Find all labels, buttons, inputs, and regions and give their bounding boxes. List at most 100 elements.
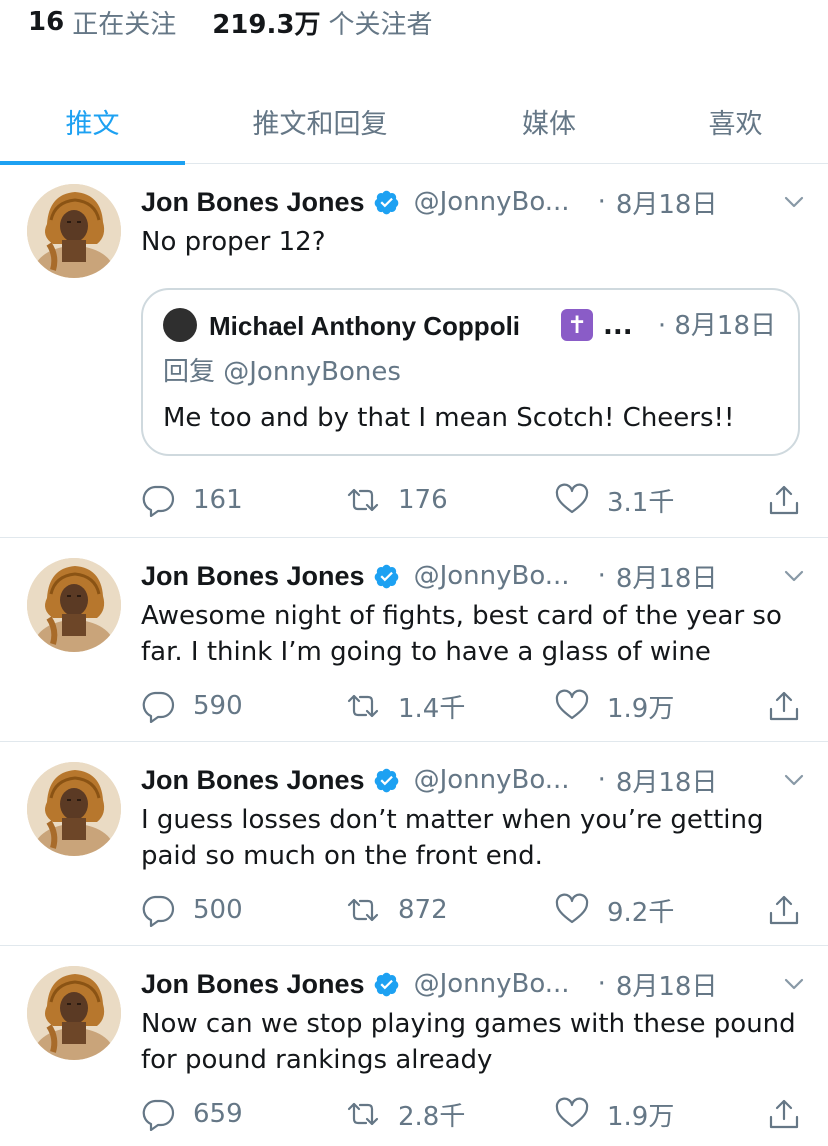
quoted-tweet[interactable]: Michael Anthony Coppoli ✝ ... · 8月18日 回复…	[141, 288, 800, 456]
quoted-author-name: Michael Anthony Coppoli	[209, 311, 521, 341]
retweet-button[interactable]: 1.4千	[346, 688, 465, 724]
tweet-date[interactable]: 8月18日	[616, 558, 718, 595]
reply-button[interactable]: 161	[141, 482, 243, 518]
share-icon	[767, 483, 801, 517]
profile-stats: 16 正在关注 219.3万 个关注者	[28, 0, 432, 44]
author-handle: @JonnyBo...	[413, 765, 570, 795]
quoted-separator-dot: ·	[657, 311, 667, 341]
reply-icon	[141, 1097, 175, 1131]
avatar[interactable]	[27, 966, 121, 1060]
tweet-text: Awesome night of fights, best card of th…	[141, 601, 782, 667]
retweet-button[interactable]: 2.8千	[346, 1096, 465, 1132]
heart-icon	[555, 689, 589, 723]
separator-dot: ·	[597, 765, 606, 795]
retweet-button[interactable]: 872	[346, 892, 448, 928]
retweet-count: 176	[398, 485, 448, 515]
retweet-button[interactable]: 176	[346, 482, 448, 518]
heart-icon	[555, 893, 589, 927]
like-count: 1.9万	[607, 1101, 675, 1132]
tweet-text: Now can we stop playing games with these…	[141, 1009, 796, 1075]
heart-icon	[555, 483, 589, 517]
verified-badge-icon	[373, 563, 400, 590]
retweet-icon	[346, 1097, 380, 1131]
share-button[interactable]	[767, 482, 801, 518]
quoted-name-ellipsis: ...	[603, 311, 633, 341]
share-icon	[767, 893, 801, 927]
tweet[interactable]: Jon Bones Jones @JonnyBo... · 8月18日 Now …	[0, 946, 828, 1146]
following-count: 16	[28, 7, 65, 37]
chevron-down-icon[interactable]	[782, 768, 806, 792]
retweet-count: 872	[398, 895, 448, 925]
heart-icon	[555, 1097, 589, 1131]
author-name[interactable]: Jon Bones Jones	[141, 969, 365, 1000]
reply-button[interactable]: 590	[141, 688, 243, 724]
reply-button[interactable]: 659	[141, 1096, 243, 1132]
share-button[interactable]	[767, 892, 801, 928]
following-stat[interactable]: 16 正在关注	[28, 4, 176, 41]
reply-icon	[141, 893, 175, 927]
following-label: 正在关注	[72, 9, 177, 40]
like-button[interactable]: 1.9万	[555, 1096, 674, 1132]
chevron-down-icon[interactable]	[782, 972, 806, 996]
reply-button[interactable]: 500	[141, 892, 243, 928]
like-count: 3.1千	[607, 487, 675, 518]
tab-tweets[interactable]: 推文	[0, 78, 185, 165]
followers-stat[interactable]: 219.3万 个关注者	[212, 4, 432, 41]
tweet[interactable]: Jon Bones Jones @JonnyBo... · 8月18日 No p…	[0, 164, 828, 538]
cross-emoji-icon: ✝	[561, 309, 593, 341]
chevron-down-icon[interactable]	[782, 190, 806, 214]
author-name[interactable]: Jon Bones Jones	[141, 765, 365, 796]
followers-label: 个关注者	[328, 9, 433, 40]
share-button[interactable]	[767, 1096, 801, 1132]
like-button[interactable]: 3.1千	[555, 482, 674, 518]
share-icon	[767, 689, 801, 723]
tab-media[interactable]: 媒体	[455, 78, 643, 164]
verified-badge-icon	[373, 971, 400, 998]
reply-icon	[141, 483, 175, 517]
reply-icon	[141, 689, 175, 723]
tweet-actions: 590 1.4千 1.9万	[141, 688, 801, 724]
author-handle: @JonnyBo...	[413, 969, 570, 999]
tweet-date[interactable]: 8月18日	[616, 762, 718, 799]
tab-likes[interactable]: 喜欢	[643, 78, 828, 164]
author-handle: @JonnyBo...	[413, 187, 570, 217]
verified-badge-icon	[373, 189, 400, 216]
reply-count: 590	[193, 691, 243, 721]
share-button[interactable]	[767, 688, 801, 724]
separator-dot: ·	[597, 561, 606, 591]
tweet-actions: 500 872 9.2千	[141, 892, 801, 928]
tweet-text: No proper 12?	[141, 227, 326, 257]
followers-count: 219.3万	[212, 9, 321, 40]
retweet-count: 1.4千	[398, 693, 466, 724]
profile-tabs: 推文 推文和回复 媒体 喜欢	[0, 78, 828, 165]
tweet-actions: 161 176 3.1千	[141, 482, 801, 518]
verified-badge-icon	[373, 767, 400, 794]
reply-count: 659	[193, 1099, 243, 1129]
like-count: 9.2千	[607, 897, 675, 928]
tweet[interactable]: Jon Bones Jones @JonnyBo... · 8月18日 I gu…	[0, 742, 828, 946]
author-handle: @JonnyBo...	[413, 561, 570, 591]
tweet[interactable]: Jon Bones Jones @JonnyBo... · 8月18日 Awes…	[0, 538, 828, 742]
tweet-text: I guess losses don’t matter when you’re …	[141, 805, 764, 871]
separator-dot: ·	[597, 187, 606, 217]
chevron-down-icon[interactable]	[782, 564, 806, 588]
share-icon	[767, 1097, 801, 1131]
like-button[interactable]: 1.9万	[555, 688, 674, 724]
author-name[interactable]: Jon Bones Jones	[141, 561, 365, 592]
tab-tweets-and-replies[interactable]: 推文和回复	[185, 78, 455, 164]
tweet-header: Jon Bones Jones @JonnyBo... · 8月18日	[141, 966, 806, 1002]
avatar[interactable]	[27, 558, 121, 652]
like-button[interactable]: 9.2千	[555, 892, 674, 928]
quoted-avatar	[163, 308, 197, 342]
tweet-date[interactable]: 8月18日	[616, 184, 718, 221]
reply-count: 161	[193, 485, 243, 515]
tweet-header: Jon Bones Jones @JonnyBo... · 8月18日	[141, 558, 806, 594]
avatar[interactable]	[27, 184, 121, 278]
separator-dot: ·	[597, 969, 606, 999]
avatar[interactable]	[27, 762, 121, 856]
tweet-date[interactable]: 8月18日	[616, 966, 718, 1003]
author-name[interactable]: Jon Bones Jones	[141, 187, 365, 218]
tweet-header: Jon Bones Jones @JonnyBo... · 8月18日	[141, 184, 806, 220]
quoted-date-value: 8月18日	[674, 311, 776, 341]
retweet-icon	[346, 483, 380, 517]
